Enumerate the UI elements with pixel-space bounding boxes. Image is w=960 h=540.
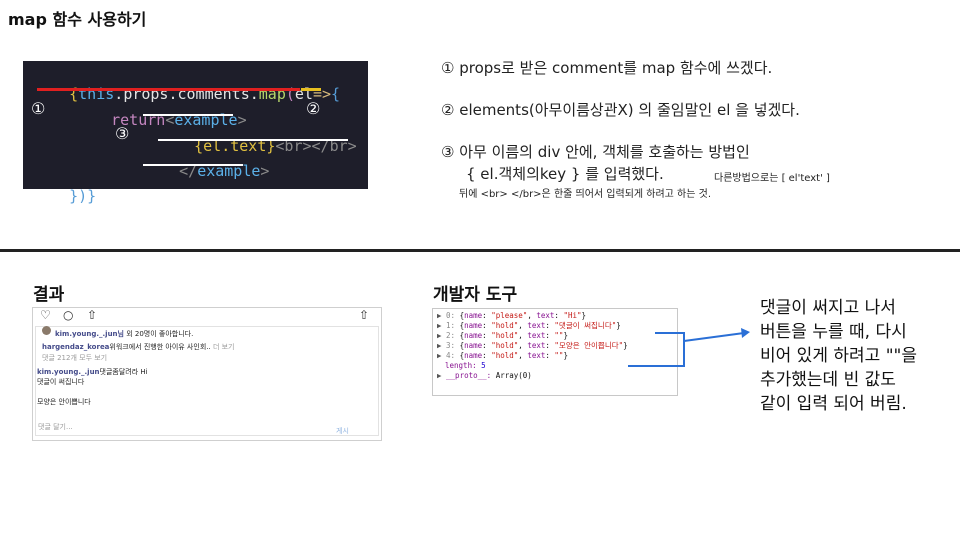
bookmark-icon[interactable]: ⇧ bbox=[359, 308, 369, 322]
length-value: 5 bbox=[481, 361, 486, 370]
row-index: 4: bbox=[446, 351, 456, 360]
proto-key: __proto__: bbox=[446, 371, 492, 380]
devtools-proto[interactable]: ▶ __proto__: Array(0) bbox=[437, 371, 532, 381]
row-text: "댓글이 써집니다" bbox=[554, 321, 617, 330]
code-line-5: })} bbox=[33, 169, 96, 223]
result-label: 결과 bbox=[33, 285, 65, 305]
marker-3: ③ bbox=[115, 124, 130, 143]
devtools-row[interactable]: ▶ 0: {name: "please", text: "Hi"} bbox=[437, 311, 586, 321]
devtools-label: 개발자 도구 bbox=[433, 285, 518, 305]
code-token: > bbox=[260, 162, 270, 180]
devtools-length: length: 5 bbox=[445, 361, 486, 371]
underline-el bbox=[301, 88, 321, 91]
explanation-alt: 다른방법으로는 [ el'text' ] bbox=[714, 173, 830, 184]
note-line: 버튼을 누를 때, 다시 bbox=[760, 322, 907, 342]
row-text: "모양은 안이쁩니다" bbox=[554, 341, 624, 350]
row-name: "please" bbox=[491, 311, 528, 320]
note-line: 같이 입력 되어 버림. bbox=[760, 394, 907, 414]
row-index: 2: bbox=[446, 331, 456, 340]
length-key: length: bbox=[445, 361, 477, 370]
row-text: "" bbox=[554, 331, 564, 340]
explanation-1: ① props로 받은 comment를 map 함수에 쓰겠다. bbox=[441, 59, 773, 77]
share-icon[interactable]: ⇧ bbox=[87, 308, 97, 322]
code-token: })} bbox=[69, 187, 97, 205]
devtools-row[interactable]: ▶ 3: {name: "hold", text: "모양은 안이쁩니다"} bbox=[437, 341, 628, 351]
row-index: 3: bbox=[446, 341, 456, 350]
heart-icon[interactable]: ♡ bbox=[40, 308, 51, 322]
row-name: "hold" bbox=[491, 321, 519, 330]
explanation-4: { el.객체의key } 를 입력했다. bbox=[466, 165, 664, 183]
row-index: 0: bbox=[446, 311, 456, 320]
devtools-row[interactable]: ▶ 1: {name: "hold", text: "댓글이 써집니다"} bbox=[437, 321, 621, 331]
code-panel: {this.props.comments.map(el=>{ return<ex… bbox=[23, 61, 368, 205]
row-text: "Hi" bbox=[563, 311, 582, 320]
row-name: "hold" bbox=[491, 331, 519, 340]
arrow-head bbox=[741, 328, 750, 338]
comment-icon[interactable]: ○ bbox=[63, 308, 73, 322]
underline-4 bbox=[143, 164, 243, 166]
my-comment-line: kim.young._.jun댓글좀달려라 Hi bbox=[37, 367, 148, 377]
my-user[interactable]: kim.young._.jun bbox=[37, 368, 100, 376]
avatar bbox=[42, 326, 51, 335]
underline-1 bbox=[37, 88, 300, 91]
likes-text: 외 20명이 좋아합니다. bbox=[126, 330, 194, 338]
explanation-3: ③ 아무 이름의 div 안에, 객체를 호출하는 방법인 bbox=[441, 143, 750, 161]
note-line: 비어 있게 하려고 ""을 bbox=[760, 346, 917, 366]
marker-2: ② bbox=[306, 99, 321, 118]
my-comment: 댓글좀달려라 Hi bbox=[99, 368, 148, 376]
code-token: { bbox=[331, 85, 341, 103]
extra-comment-2: 모양은 안이쁩니다 bbox=[37, 398, 91, 406]
comment-input[interactable]: 댓글 달기... bbox=[38, 422, 73, 432]
comment-line: hargendaz_korea위워크에서 진행한 아이유 사인회.. 더 보기 bbox=[42, 342, 235, 352]
marker-1: ① bbox=[31, 99, 46, 118]
explanation-br: 뒤에 <br> </br>은 한줄 띄어서 입력되게 하려고 하는 것. bbox=[459, 189, 712, 200]
more-link[interactable]: 더 보기 bbox=[213, 343, 235, 351]
proto-value: Array(0) bbox=[495, 371, 532, 380]
note-text: 댓글이 써지고 나서 버튼을 누를 때, 다시 비어 있게 하려고 ""을 추가… bbox=[760, 296, 917, 416]
row-name: "hold" bbox=[491, 351, 519, 360]
underline-3 bbox=[158, 139, 348, 141]
page-title: map 함수 사용하기 bbox=[8, 10, 147, 29]
section-divider bbox=[0, 249, 960, 252]
likes-line: kim.young._.jun님 외 20명이 좋아합니다. bbox=[55, 329, 193, 339]
devtools-panel: ▶ 0: {name: "please", text: "Hi"} ▶ 1: {… bbox=[432, 308, 678, 396]
extra-comment-1: 댓글이 써집니다 bbox=[37, 378, 85, 386]
post-button[interactable]: 게시 bbox=[336, 426, 349, 436]
row-text: "" bbox=[554, 351, 564, 360]
devtools-row[interactable]: ▶ 2: {name: "hold", text: ""} bbox=[437, 331, 568, 341]
comment-text: 위워크에서 진행한 아이유 사인회.. bbox=[109, 343, 211, 351]
comment-user[interactable]: hargendaz_korea bbox=[42, 343, 109, 351]
note-line: 댓글이 써지고 나서 bbox=[760, 298, 896, 318]
row-name: "hold" bbox=[491, 341, 519, 350]
likes-user[interactable]: kim.young._.jun님 bbox=[55, 330, 124, 338]
view-all-comments[interactable]: 댓글 212개 모두 보기 bbox=[42, 353, 107, 363]
code-line-4: </example> bbox=[143, 144, 269, 198]
row-index: 1: bbox=[446, 321, 456, 330]
underline-2 bbox=[143, 114, 233, 116]
explanation-2: ② elements(아무이름상관X) 의 줄임말인 el 을 넣겠다. bbox=[441, 101, 800, 119]
arrow-line bbox=[683, 332, 745, 342]
note-line: 추가했는데 빈 값도 bbox=[760, 370, 896, 390]
devtools-row[interactable]: ▶ 4: {name: "hold", text: ""} bbox=[437, 351, 568, 361]
